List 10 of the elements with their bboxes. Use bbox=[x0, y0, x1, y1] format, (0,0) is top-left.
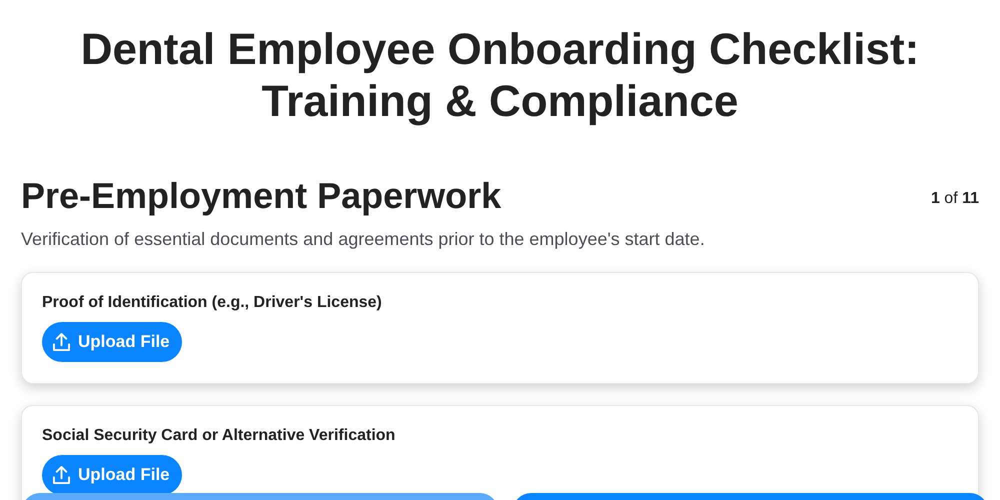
section-heading: Pre-Employment Paperwork bbox=[21, 174, 502, 218]
upload-button[interactable]: Upload File bbox=[42, 455, 182, 495]
upload-icon bbox=[53, 333, 70, 351]
upload-icon bbox=[53, 466, 70, 484]
page-title: Dental Employee Onboarding Checklist: Training & Compliance bbox=[80, 24, 920, 128]
item-label: Social Security Card or Alternative Verification bbox=[42, 426, 396, 446]
upload-button[interactable]: Upload File bbox=[42, 322, 182, 362]
section-description: Verification of essential documents and agreements prior to the employee's start date. bbox=[21, 228, 706, 251]
item-label: Proof of Identification (e.g., Driver's License) bbox=[42, 293, 383, 313]
page-counter: 1 of 11 bbox=[930, 189, 979, 209]
